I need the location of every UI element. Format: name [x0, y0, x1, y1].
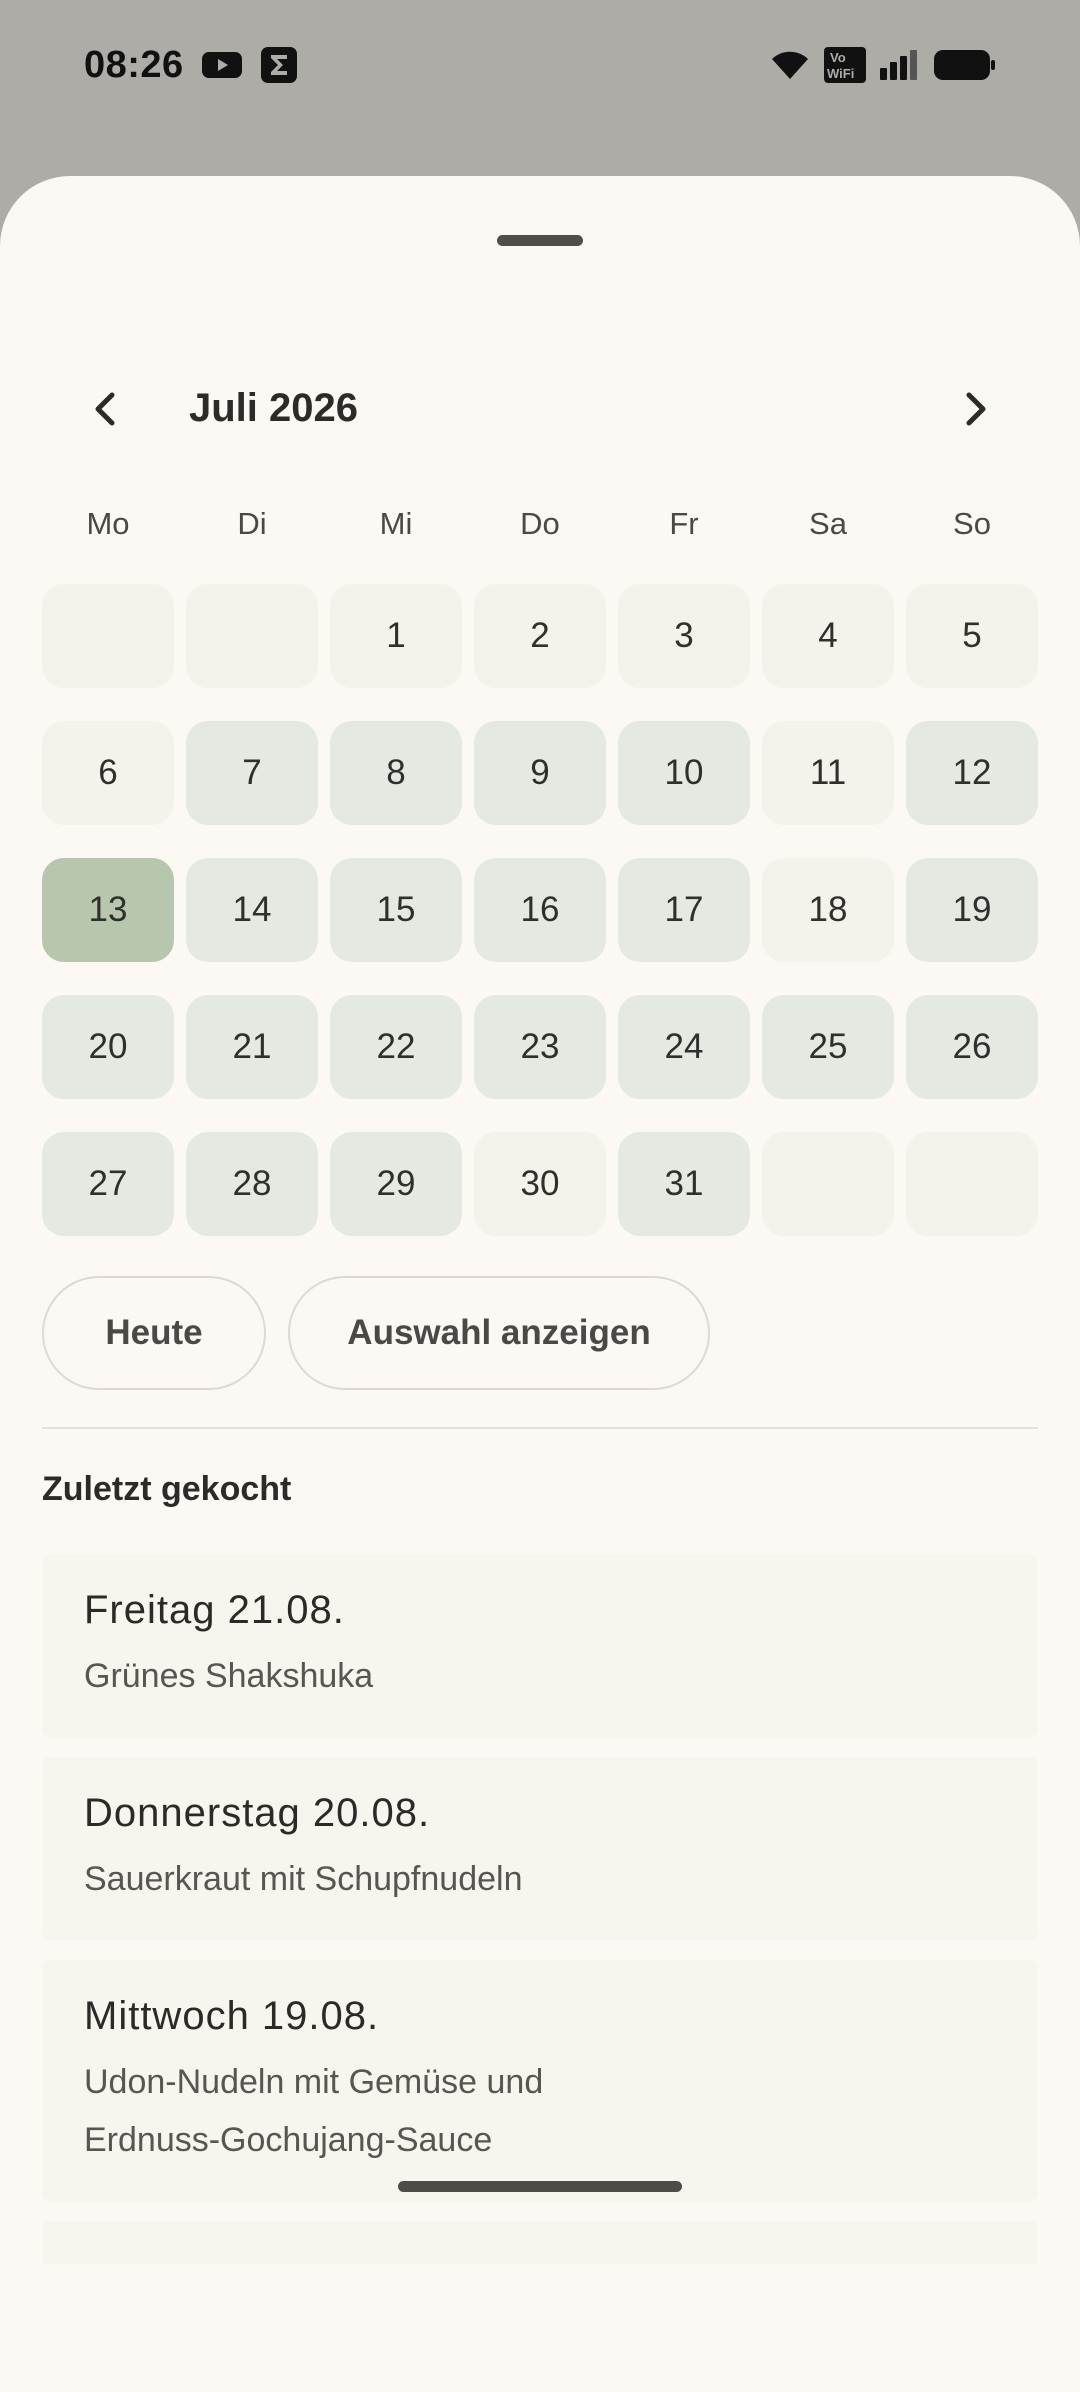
recent-item-dish: Udon-Nudeln mit Gemüse und Erdnuss-Gochu… [84, 2063, 544, 2159]
day-cell-cooked[interactable]: 8 [330, 721, 462, 825]
month-title: Juli 2026 [189, 386, 359, 430]
recently-cooked-title: Zuletzt gekocht [42, 1470, 292, 1508]
next-month-button[interactable] [941, 376, 1011, 446]
previous-month-button[interactable] [70, 376, 140, 446]
recent-item-partial[interactable] [42, 2221, 1038, 2264]
weekday-label: Sa [809, 506, 847, 541]
weekday-label: Di [237, 506, 267, 541]
day-cell[interactable]: 5 [906, 584, 1038, 688]
youtube-icon [201, 50, 242, 80]
status-bar: 08:26 Vo WiFi [0, 0, 1080, 130]
day-cell[interactable]: 30 [474, 1132, 606, 1236]
day-cell-cooked[interactable]: 31 [618, 1132, 750, 1236]
calendar-bottom-sheet: Juli 2026 Mo Di Mi Do Fr Sa So 1 2 3 4 5… [0, 176, 1080, 2392]
day-cell-cooked[interactable]: 21 [186, 995, 318, 1099]
month-header: Juli 2026 [0, 376, 1080, 446]
day-cell-cooked[interactable]: 20 [42, 995, 174, 1099]
chevron-right-icon [961, 389, 991, 434]
svg-text:WiFi: WiFi [827, 66, 854, 81]
weekday-label: Mi [379, 506, 413, 541]
day-cell-cooked[interactable]: 28 [186, 1132, 318, 1236]
day-cell-cooked[interactable]: 27 [42, 1132, 174, 1236]
chevron-left-icon [90, 389, 120, 434]
day-cell-cooked[interactable]: 14 [186, 858, 318, 962]
empty-day-cell [186, 584, 318, 688]
day-cell-cooked[interactable]: 10 [618, 721, 750, 825]
day-cell-cooked[interactable]: 7 [186, 721, 318, 825]
empty-day-cell [762, 1132, 894, 1236]
wifi-icon [770, 49, 810, 81]
day-cell-cooked[interactable]: 9 [474, 721, 606, 825]
recent-item[interactable]: Donnerstag 20.08. Sauerkraut mit Schupfn… [42, 1757, 1038, 1940]
recent-item-date: Mittwoch 19.08. [84, 1994, 380, 2038]
day-cell-cooked[interactable]: 16 [474, 858, 606, 962]
day-cell-cooked[interactable]: 29 [330, 1132, 462, 1236]
day-grid: 1 2 3 4 5 6 7 8 9 10 11 12 13 14 15 16 1… [42, 584, 1038, 1236]
recent-item-date [84, 2255, 996, 2264]
recently-cooked-list: Freitag 21.08. Grünes Shakshuka Donnerst… [42, 1554, 1038, 2264]
day-cell-cooked[interactable]: 15 [330, 858, 462, 962]
day-cell-cooked[interactable]: 22 [330, 995, 462, 1099]
recent-item-dish: Sauerkraut mit Schupfnudeln [84, 1860, 523, 1898]
day-cell-selected[interactable]: 13 [42, 858, 174, 962]
weekday-label: Do [520, 506, 560, 541]
empty-day-cell [906, 1132, 1038, 1236]
weekday-label: Mo [86, 506, 130, 541]
sigma-app-icon [260, 46, 298, 84]
day-cell-cooked[interactable]: 23 [474, 995, 606, 1099]
gesture-navigation-bar[interactable] [398, 2181, 682, 2192]
recent-item-dish: Grünes Shakshuka [84, 1657, 374, 1695]
day-cell[interactable]: 4 [762, 584, 894, 688]
svg-text:Vo: Vo [830, 50, 846, 65]
day-cell-cooked[interactable]: 26 [906, 995, 1038, 1099]
drag-handle[interactable] [497, 235, 583, 246]
weekday-label: So [953, 506, 991, 541]
day-cell[interactable]: 6 [42, 721, 174, 825]
recent-item-date: Donnerstag 20.08. [84, 1791, 431, 1835]
battery-icon [934, 50, 996, 80]
day-cell-cooked[interactable]: 17 [618, 858, 750, 962]
day-cell[interactable]: 1 [330, 584, 462, 688]
day-cell[interactable]: 11 [762, 721, 894, 825]
day-cell[interactable]: 3 [618, 584, 750, 688]
day-cell-cooked[interactable]: 24 [618, 995, 750, 1099]
empty-day-cell [42, 584, 174, 688]
weekday-header: Mo Di Mi Do Fr Sa So [42, 506, 1038, 542]
day-cell-cooked[interactable]: 25 [762, 995, 894, 1099]
day-cell[interactable]: 2 [474, 584, 606, 688]
recent-item-date: Freitag 21.08. [84, 1588, 345, 1632]
day-cell-cooked[interactable]: 12 [906, 721, 1038, 825]
show-selection-button[interactable]: Auswahl anzeigen [288, 1276, 710, 1390]
recent-item[interactable]: Mittwoch 19.08. Udon-Nudeln mit Gemüse u… [42, 1960, 1038, 2201]
vowifi-icon: Vo WiFi [824, 47, 866, 83]
day-cell[interactable]: 18 [762, 858, 894, 962]
divider [42, 1427, 1038, 1429]
status-time: 08:26 [84, 43, 184, 86]
recent-item[interactable]: Freitag 21.08. Grünes Shakshuka [42, 1554, 1038, 1737]
signal-icon [880, 50, 920, 80]
status-left: 08:26 [84, 44, 298, 87]
today-button[interactable]: Heute [42, 1276, 266, 1390]
day-cell-cooked[interactable]: 19 [906, 858, 1038, 962]
status-right: Vo WiFi [770, 47, 996, 83]
weekday-label: Fr [669, 506, 699, 541]
